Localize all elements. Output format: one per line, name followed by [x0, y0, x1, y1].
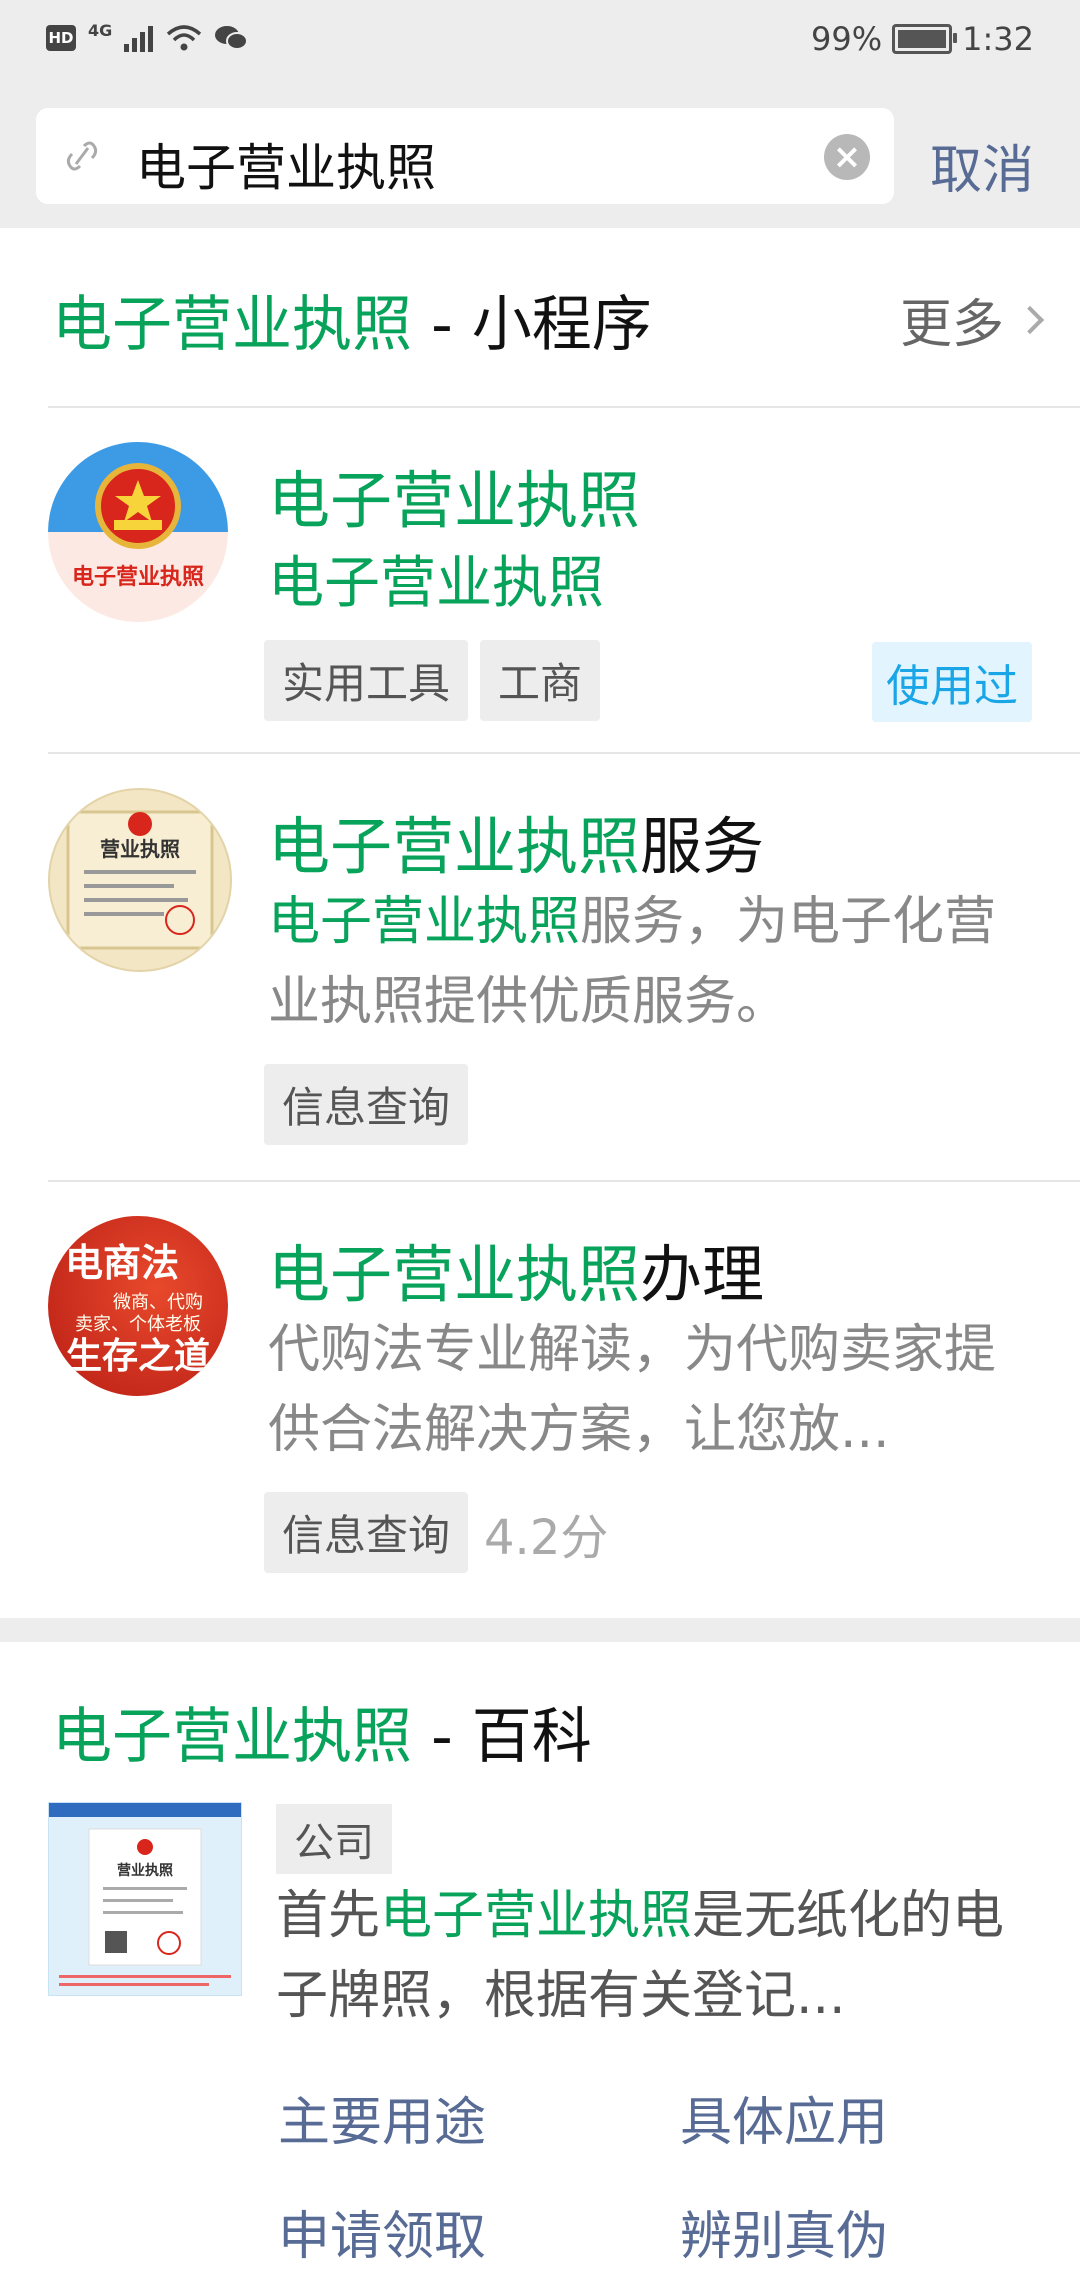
- item-tags: 信息查询 4.2分: [264, 1492, 608, 1573]
- license-document-image: 营业执照: [49, 1803, 241, 1986]
- link-icon: [66, 141, 98, 171]
- ecommerce-law-badge: 电商法 微商、代购 卖家、个体老板 生存之道: [65, 1241, 210, 1377]
- item-title: 电子营业执照: [268, 450, 640, 540]
- avatar-text: 营业执照: [100, 837, 180, 861]
- avatar-line: 卖家、个体老板: [75, 1314, 201, 1335]
- section-title-keyword: 电子营业执照: [52, 290, 412, 360]
- tag: 信息查询: [264, 1492, 469, 1573]
- baike-desc: 首先电子营业执照是无纸化的电子牌照，根据有关登记...: [276, 1876, 1036, 2036]
- title-keyword: 电子营业执照: [268, 1238, 641, 1311]
- item-desc: 代购法专业解读，为代购卖家提供合法解决方案，让您放...: [268, 1310, 1038, 1470]
- section-title-suffix: - 百科: [412, 1702, 592, 1772]
- search-bar: 电子营业执照 × 取消: [0, 86, 1080, 228]
- search-input[interactable]: 电子营业执照 ×: [36, 108, 894, 204]
- title-rest: 办理: [640, 1238, 765, 1311]
- avatar-text: 电子营业执照: [72, 565, 204, 590]
- emblem-avatar: 电子营业执照: [48, 442, 228, 622]
- chevron-right-icon: [1015, 305, 1045, 334]
- desc-rest: 代购法专业解读，为代购卖家提供合法解决方案，让您放...: [268, 1320, 997, 1460]
- cancel-button[interactable]: 取消: [930, 128, 1034, 203]
- item-title: 电子营业执照服务: [268, 796, 764, 886]
- link-main-use[interactable]: 主要用途: [278, 2080, 486, 2155]
- baike-section-title[interactable]: 电子营业执照 - 百科: [52, 1688, 592, 1775]
- title-keyword: 电子营业执照: [268, 810, 641, 883]
- link-apply-obtain[interactable]: 申请领取: [278, 2194, 486, 2269]
- item-desc: 电子营业执照: [268, 544, 1038, 624]
- tag: 信息查询: [264, 1064, 469, 1145]
- mini-program-item[interactable]: 电子营业执照 电子营业执照 电子营业执照 实用工具 工商 使用过: [0, 408, 1080, 752]
- link-identify-authenticity[interactable]: 辨别真伪: [680, 2194, 888, 2269]
- item-title: 电子营业执照办理: [268, 1224, 764, 1314]
- wechat-icon: [215, 26, 249, 50]
- clock: 1:32: [962, 20, 1034, 58]
- title-rest: 服务: [640, 810, 765, 883]
- status-right: 99% 1:32: [811, 20, 1034, 58]
- rating: 4.2分: [484, 1509, 609, 1566]
- avatar-line: 微商、代购: [113, 1292, 203, 1313]
- search-query: 电子营业执照: [136, 139, 436, 197]
- battery-percent: 99%: [811, 20, 883, 58]
- avatar-line: 生存之道: [66, 1336, 210, 1377]
- baike-thumbnail[interactable]: 营业执照: [48, 1802, 242, 1996]
- license-icon: 营业执照: [66, 810, 214, 950]
- tag: 实用工具: [264, 640, 469, 721]
- used-badge: 使用过: [872, 642, 1032, 722]
- status-left: HD 4G: [46, 20, 249, 52]
- avatar-line: 电商法: [65, 1241, 179, 1285]
- desc-prefix: 首先: [276, 1886, 381, 1946]
- status-bar: HD 4G 99% 1:32: [0, 0, 1080, 86]
- section-gap: [0, 1618, 1080, 1642]
- network-type: 4G: [88, 20, 113, 40]
- section-title-keyword: 电子营业执照: [52, 1702, 412, 1772]
- thumb-text: 营业执照: [117, 1862, 173, 1879]
- link-specific-application[interactable]: 具体应用: [680, 2080, 888, 2155]
- signal-icon: [124, 26, 154, 52]
- mini-program-item[interactable]: 营业执照 电子营业执照服务 电子营业执照服务，为电子化营业执照提供优质服务。 信…: [0, 754, 1080, 1180]
- desc-keyword: 电子营业执照: [380, 1886, 693, 1946]
- more-label: 更多: [899, 295, 1004, 355]
- battery-icon: [892, 24, 958, 54]
- baike-tag: 公司: [276, 1804, 392, 1874]
- mini-program-section-title: 电子营业执照 - 小程序: [52, 276, 652, 363]
- license-avatar: 营业执照: [48, 788, 232, 972]
- desc-keyword: 电子营业执照: [268, 892, 581, 952]
- ecommerce-law-avatar: 电商法 微商、代购 卖家、个体老板 生存之道: [48, 1216, 228, 1396]
- tag: 工商: [480, 640, 601, 721]
- desc-keyword: 电子营业执照: [268, 551, 604, 616]
- more-button[interactable]: 更多: [899, 282, 1045, 357]
- wifi-icon: [167, 25, 202, 51]
- item-tags: 信息查询: [264, 1064, 480, 1145]
- item-desc: 电子营业执照服务，为电子化营业执照提供优质服务。: [268, 882, 1038, 1042]
- national-emblem-icon: 电子营业执照: [72, 463, 204, 590]
- clear-icon[interactable]: ×: [824, 134, 870, 180]
- mini-program-item[interactable]: 电商法 微商、代购 卖家、个体老板 生存之道 电子营业执照办理 代购法专业解读，…: [0, 1182, 1080, 1614]
- item-tags: 实用工具 工商: [264, 640, 612, 721]
- hd-badge: HD: [46, 25, 76, 51]
- title-keyword: 电子营业执照: [268, 464, 641, 537]
- section-title-suffix: - 小程序: [412, 290, 652, 360]
